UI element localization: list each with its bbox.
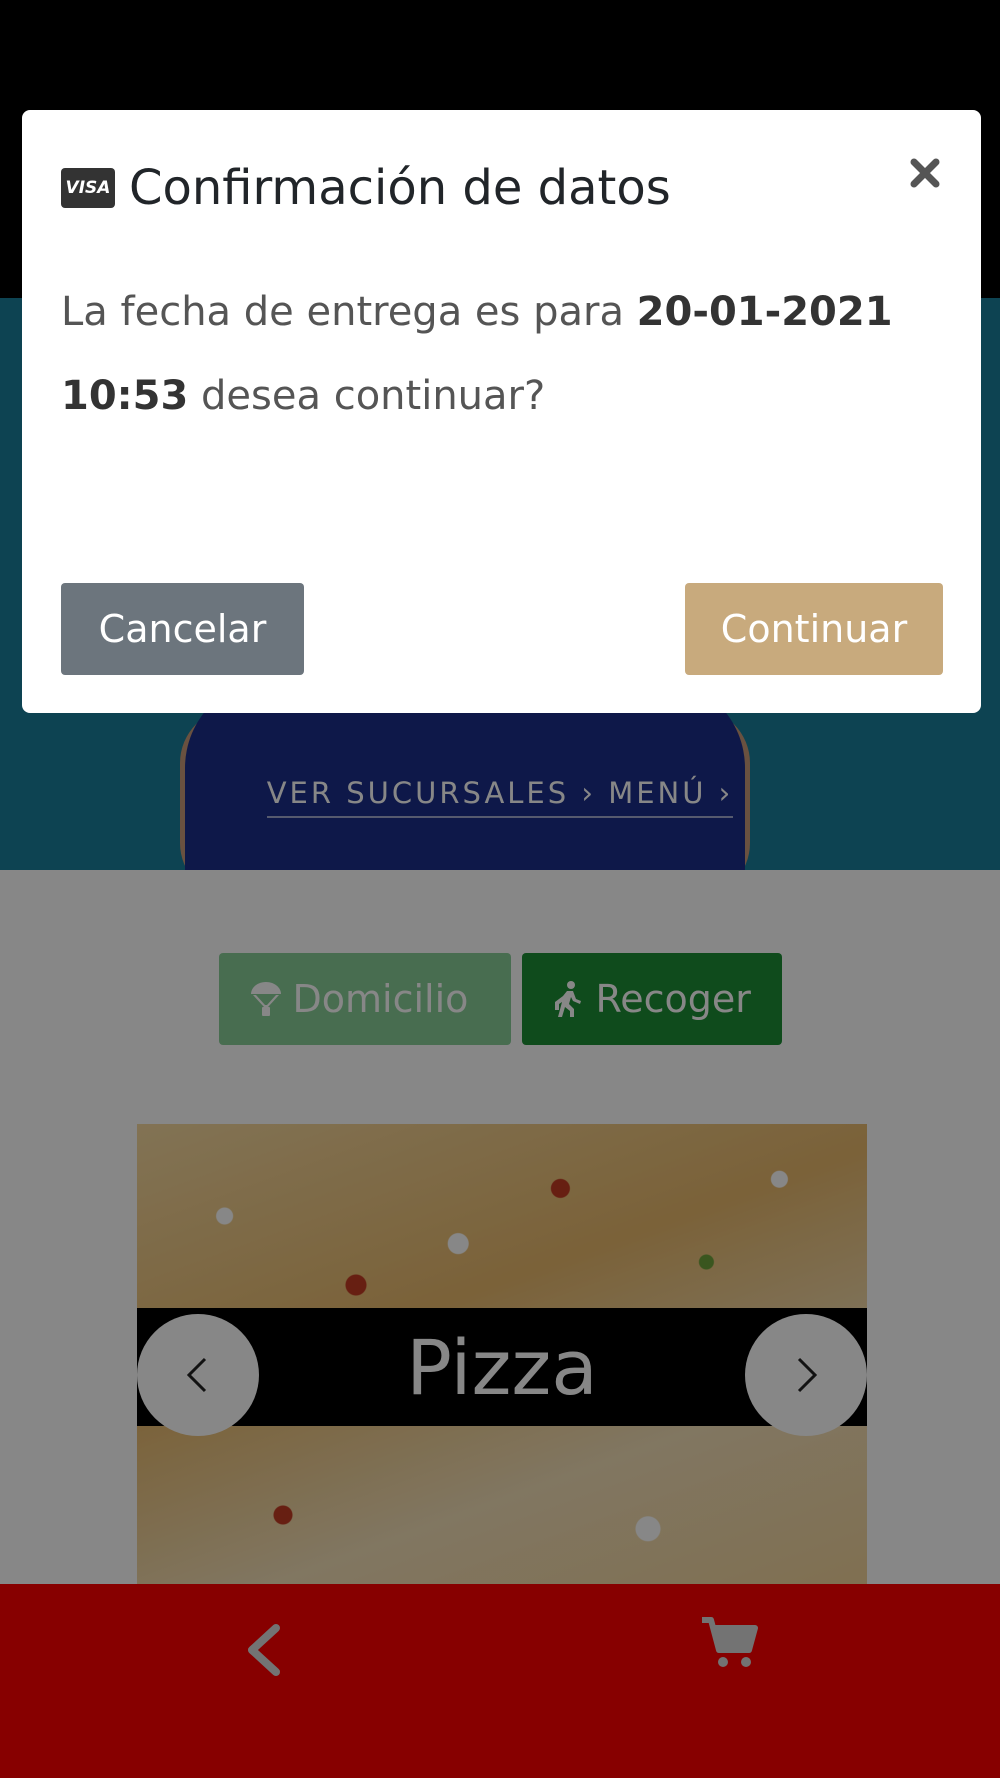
message-prefix: La fecha de entrega es para [61,289,637,335]
continue-button[interactable]: Continuar [685,583,943,675]
cancel-button[interactable]: Cancelar [61,583,304,675]
message-suffix: desea continuar? [188,373,546,419]
modal-footer: Cancelar Continuar [61,583,943,675]
delivery-time: 10:53 [61,373,189,419]
close-button[interactable] [907,155,943,191]
modal-message: La fecha de entrega es para 20-01-2021 10… [61,270,941,438]
confirmation-modal: VISA Confirmación de datos La fecha de e… [22,110,981,713]
close-icon [910,158,940,188]
modal-title: Confirmación de datos [129,160,671,216]
modal-header: VISA Confirmación de datos [61,160,671,216]
visa-card-icon: VISA [61,168,115,208]
delivery-date: 20-01-2021 [636,289,893,335]
